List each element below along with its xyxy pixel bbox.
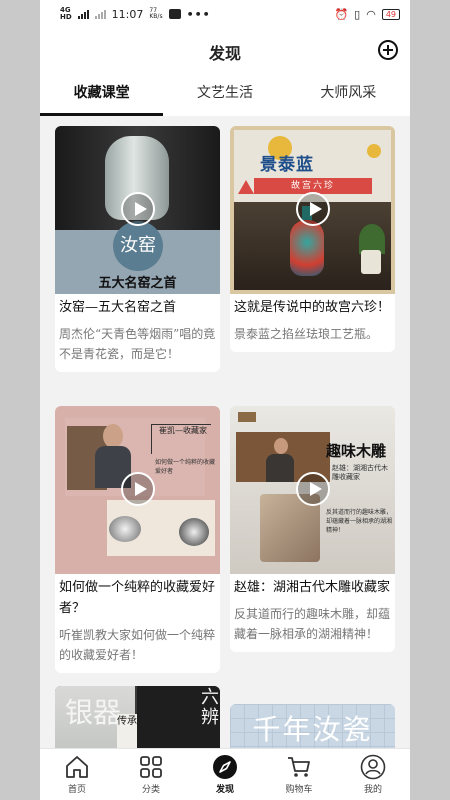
status-bar: 4G HD 11:07 77 KB/s ••• ⏰ ▯ ◠ 49 — [40, 0, 410, 28]
play-icon[interactable] — [121, 192, 155, 226]
thumb-question: 如何做一个纯粹的收藏爱好者 — [155, 459, 216, 475]
video-thumbnail[interactable]: 银器 传承 六辨 — [55, 686, 220, 748]
page-title: 发现 — [208, 44, 241, 63]
nav-cart[interactable]: 购物车 — [262, 749, 336, 800]
user-icon — [360, 754, 386, 780]
thumb-circle-label: 汝窑 — [113, 221, 163, 271]
battery-indicator: 49 — [381, 8, 400, 20]
video-card[interactable]: 汝窑 五大名窑之首 汝窑—五大名窑之首 周杰伦“天青色等烟雨”唱的竟不是青花瓷，… — [55, 126, 220, 372]
video-thumbnail[interactable]: 汝窑 五大名窑之首 — [55, 126, 220, 294]
card-title: 这就是传说中的故宫六珍！ — [234, 300, 391, 315]
network-speed: 77 KB/s — [149, 7, 163, 20]
message-icon — [168, 9, 181, 19]
video-thumbnail[interactable]: 景泰蓝 故宫六珍 — [230, 126, 395, 294]
top-bar: 发现 — [40, 28, 410, 74]
thumb-subheading: 赵雄：湖湘古代木雕收藏家 — [332, 464, 388, 481]
thumb-side-text: 六辨 — [201, 687, 219, 728]
home-icon — [64, 754, 90, 780]
porcelain-bowl-image — [109, 516, 141, 542]
vibrate-icon: ▯ — [354, 7, 361, 21]
play-icon[interactable] — [296, 472, 330, 506]
wifi-icon: ◠ — [366, 7, 376, 21]
tab-master-style[interactable]: 大师风采 — [287, 74, 410, 116]
tab-collection-class[interactable]: 收藏课堂 — [40, 74, 164, 116]
nav-discover[interactable]: 发现 — [188, 749, 262, 800]
tab-bar: 收藏课堂 文艺生活 大师风采 — [40, 74, 410, 116]
card-description: 周杰伦“天青色等烟雨”唱的竟不是青花瓷，而是它！ — [59, 327, 216, 361]
nav-mine[interactable]: 我的 — [336, 749, 410, 800]
thumb-description: 反其道而行的趣味木雕，却蕴藏着一脉相承的湖湘精神！ — [326, 509, 393, 534]
video-card[interactable]: 趣味木雕 赵雄：湖湘古代木雕收藏家 反其道而行的趣味木雕，却蕴藏着一脉相承的湖湘… — [230, 406, 395, 652]
thumb-speaker-name: 崔凯—收藏家 — [159, 426, 207, 435]
thumb-heading: 千年汝瓷 — [252, 713, 373, 746]
nav-label: 分类 — [141, 785, 160, 795]
nav-label: 购物车 — [285, 785, 313, 795]
card-description: 反其道而行的趣味木雕，却蕴藏着一脉相承的湖湘精神！ — [234, 607, 391, 641]
porcelain-jar-image — [179, 518, 209, 546]
video-feed: 汝窑 五大名窑之首 汝窑—五大名窑之首 周杰伦“天青色等烟雨”唱的竟不是青花瓷，… — [40, 116, 410, 748]
signal-secondary-icon — [94, 9, 106, 19]
app-screen: 4G HD 11:07 77 KB/s ••• ⏰ ▯ ◠ 49 发现 收藏课堂 文… — [40, 0, 410, 800]
thumb-heading: 景泰蓝 — [260, 155, 314, 175]
card-description: 景泰蓝之掐丝珐琅工艺瓶。 — [234, 327, 379, 341]
compass-icon — [212, 754, 238, 780]
more-notifications: ••• — [186, 7, 211, 21]
cloisonne-vase-image — [290, 220, 324, 276]
video-card[interactable]: 银器 传承 六辨 — [55, 686, 220, 748]
nav-home[interactable]: 首页 — [40, 749, 114, 800]
play-icon[interactable] — [121, 472, 155, 506]
video-card[interactable]: 千年汝瓷 — [230, 704, 395, 748]
card-title: 汝窑—五大名窑之首 — [59, 300, 177, 315]
video-thumbnail[interactable]: 崔凯—收藏家 如何做一个纯粹的收藏爱好者 — [55, 406, 220, 574]
cart-icon — [286, 754, 312, 780]
video-thumbnail[interactable]: 趣味木雕 赵雄：湖湘古代木雕收藏家 反其道而行的趣味木雕，却蕴藏着一脉相承的湖湘… — [230, 406, 395, 574]
play-icon[interactable] — [296, 192, 330, 226]
card-title: 赵雄：湖湘古代木雕收藏家 — [234, 580, 391, 595]
video-card[interactable]: 景泰蓝 故宫六珍 这就是传说中的故宫六珍！ 景泰蓝之掐丝珐琅工艺瓶。 — [230, 126, 395, 352]
network-indicator: 4G HD — [60, 6, 72, 21]
alarm-icon: ⏰ — [334, 7, 349, 21]
thumb-heading: 银器 — [65, 696, 122, 729]
card-title: 如何做一个纯粹的收藏爱好者？ — [59, 580, 216, 616]
video-card[interactable]: 崔凯—收藏家 如何做一个纯粹的收藏爱好者 如何做一个纯粹的收藏爱好者？ 听崔凯教… — [55, 406, 220, 673]
nav-label: 我的 — [363, 785, 382, 795]
nav-category[interactable]: 分类 — [114, 749, 188, 800]
video-thumbnail[interactable]: 千年汝瓷 — [230, 704, 395, 748]
nav-label: 首页 — [67, 785, 86, 795]
thumb-subheading: 传承 — [117, 714, 137, 748]
tab-art-life[interactable]: 文艺生活 — [163, 74, 286, 116]
plus-circle-icon[interactable] — [378, 40, 398, 60]
thumb-heading: 趣味木雕 — [326, 442, 387, 460]
bottom-nav: 首页 分类 发现 购物车 我的 — [40, 748, 410, 800]
nav-label: 发现 — [215, 785, 234, 795]
card-description: 听崔凯教大家如何做一个纯粹的收藏爱好者！ — [59, 628, 216, 662]
signal-icon — [77, 9, 89, 19]
status-time: 11:07 — [111, 7, 144, 21]
grid-icon — [138, 754, 164, 780]
speaker-image — [266, 438, 294, 482]
thumb-caption: 五大名窑之首 — [98, 276, 177, 291]
